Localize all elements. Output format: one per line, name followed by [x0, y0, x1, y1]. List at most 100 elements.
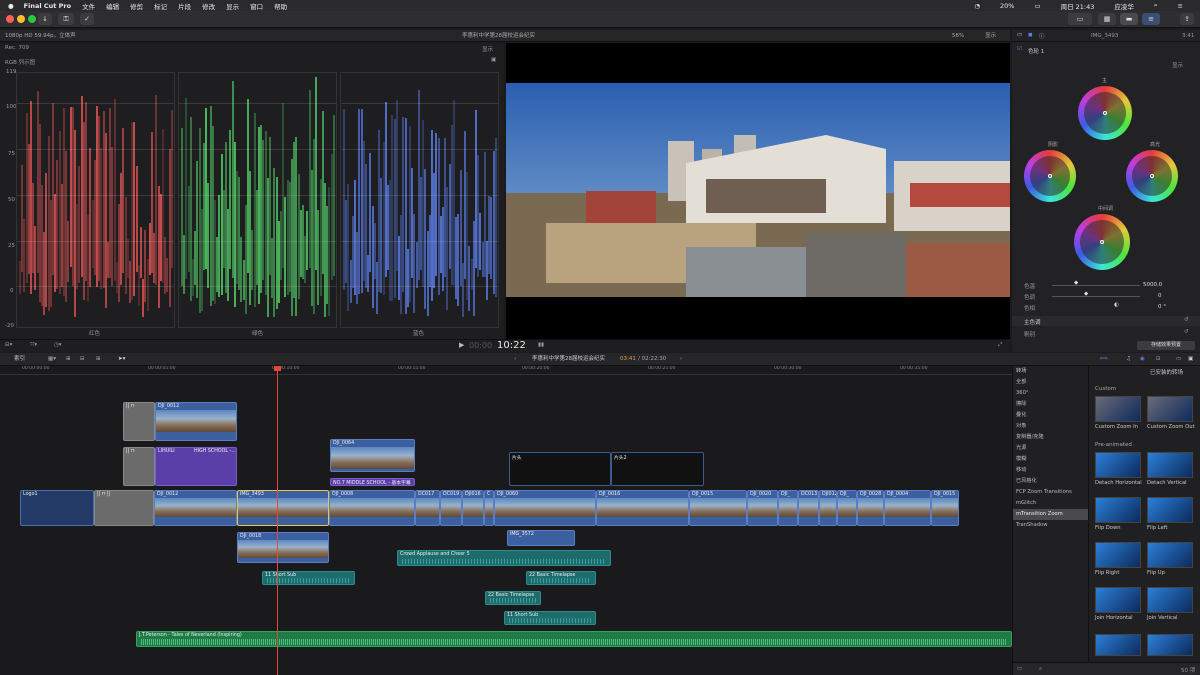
primary-clip[interactable]: DJI016	[462, 490, 484, 526]
back-arrow-icon[interactable]: ‹	[514, 353, 516, 365]
music-clip[interactable]: J.T.Peterson - Tales of Neverland (Inspi…	[136, 631, 1012, 647]
zoom-level[interactable]: 56%	[952, 30, 964, 42]
logo-clip[interactable]: Logo1	[20, 490, 94, 526]
connected-clip-img3572[interactable]: IMG_3572	[507, 530, 575, 546]
share-icon[interactable]: ⇪	[1180, 13, 1194, 25]
skimming-icon[interactable]: ⟺	[1100, 353, 1108, 365]
spotlight-icon[interactable]: ⌕	[1154, 1, 1158, 10]
viewer-canvas[interactable]	[506, 43, 1010, 339]
primary-clip[interactable]: IMG_3493	[237, 490, 329, 526]
transition-tile[interactable]	[1147, 396, 1193, 422]
search-icon[interactable]: ⌕	[1039, 666, 1042, 673]
transition-tile[interactable]	[1095, 634, 1141, 656]
title-clip-kaichang1[interactable]: 片头	[509, 452, 611, 486]
temperature-slider-knob[interactable]: ◆	[1074, 280, 1078, 286]
transition-tile[interactable]	[1147, 587, 1193, 613]
menu-modify[interactable]: 修改	[202, 1, 215, 11]
menu-help[interactable]: 帮助	[274, 1, 287, 11]
minimize-button[interactable]	[17, 15, 25, 23]
view-options-icon[interactable]: ⊟▾	[5, 342, 12, 348]
key-icon[interactable]: ⚿	[58, 13, 74, 25]
connected-clip-dji0064[interactable]: DJI_0064	[330, 439, 415, 472]
reset-icon[interactable]: ↺	[1184, 317, 1189, 323]
primary-clip[interactable]: DJI_	[837, 490, 857, 526]
transition-tile[interactable]	[1095, 497, 1141, 523]
clock[interactable]: 周日 21:43	[1061, 1, 1095, 11]
audio-clip-short1[interactable]: 11 Short Sub	[262, 571, 355, 585]
temperature-slider[interactable]	[1052, 285, 1140, 286]
audio-clip-short2[interactable]: 11 Short Sub	[504, 611, 596, 625]
snapping-icon[interactable]: ⊞	[66, 353, 71, 365]
audio-clip-basic22[interactable]: 22 Basic Timelapse	[526, 571, 596, 585]
index-button[interactable]: 索引	[14, 353, 25, 365]
primary-clip[interactable]: DJI012	[819, 490, 837, 526]
menu-trim[interactable]: 修剪	[130, 1, 143, 11]
primary-clip[interactable]: DJI_0020	[747, 490, 778, 526]
menu-app-name[interactable]: Final Cut Pro	[24, 2, 71, 10]
primary-clip[interactable]: DJI_0016	[596, 490, 689, 526]
clip-appearance-icon[interactable]: ▦▾	[48, 353, 56, 365]
apple-icon[interactable]: ●	[8, 2, 14, 10]
effect-name[interactable]: 色轮 1	[1028, 47, 1044, 55]
param-hue-value[interactable]: 0 °	[1158, 304, 1166, 310]
transition-tile[interactable]	[1147, 497, 1193, 523]
play-icon[interactable]: ▶	[459, 341, 464, 349]
connected-clip-dji0018[interactable]: DJI_0018	[237, 532, 329, 563]
viewer-display-menu[interactable]: 显示	[985, 30, 996, 42]
primary-clip[interactable]: DC013	[798, 490, 819, 526]
info-icon[interactable]: ⓘ	[1039, 32, 1045, 40]
browser-sidebar-icon[interactable]: ▭	[1017, 666, 1022, 672]
title-clip-lihuili[interactable]: LIHUILI HIGH SCHOOL -...	[155, 447, 237, 486]
gap-clip[interactable]: || ⊓	[123, 402, 155, 441]
wifi-icon[interactable]: ◔	[974, 2, 980, 10]
menu-view[interactable]: 显示	[226, 1, 239, 11]
hue-dial-icon[interactable]: ◐	[1114, 302, 1119, 308]
fullscreen-icon[interactable]: ⤢	[998, 342, 1002, 349]
transform-icon[interactable]: ⤧▾	[30, 342, 37, 349]
gap-clip[interactable]: || ⊓ ||	[94, 490, 154, 526]
battery-percent[interactable]: 20%	[1000, 2, 1014, 10]
transition-tile[interactable]	[1095, 452, 1141, 478]
inspector-toggle-icon[interactable]: ≡	[1142, 13, 1160, 25]
audio-meter-icon[interactable]: ▮▮	[538, 342, 544, 348]
save-preset-button[interactable]: 存储效果预置	[1137, 341, 1195, 350]
master-color-wheel[interactable]	[1078, 86, 1132, 140]
connected-clip-dji0012[interactable]: DJI_0012	[155, 402, 237, 441]
solo-icon[interactable]: ◉	[1140, 353, 1145, 365]
title-clip-kaichang2[interactable]: 片头2	[611, 452, 704, 486]
forward-arrow-icon[interactable]: ›	[680, 353, 682, 365]
menu-window[interactable]: 窗口	[250, 1, 263, 11]
menu-file[interactable]: 文件	[82, 1, 95, 11]
user-name[interactable]: 应凌华	[1114, 1, 1134, 11]
check-icon[interactable]: ✓	[80, 13, 94, 25]
import-icon[interactable]: ↓	[38, 13, 52, 25]
primary-clip[interactable]: DC017	[415, 490, 440, 526]
timeline-toggle-icon[interactable]: ▬	[1120, 13, 1138, 25]
inspector-display-menu[interactable]: 显示	[1172, 61, 1183, 69]
timeline-ruler[interactable]: 00:00:00:00 00:00:05:00 00:00:10:00 00:0…	[0, 366, 1012, 375]
tint-slider[interactable]	[1052, 296, 1140, 297]
title-clip-no7[interactable]: NO.7 MIDDLE SCHOOL - 基本字幕	[330, 478, 415, 486]
color-inspector-icon[interactable]: ◼	[1028, 32, 1033, 38]
primary-clip[interactable]: DJI_0028	[857, 490, 884, 526]
transition-tile[interactable]	[1095, 542, 1141, 568]
primary-clip[interactable]: DJI_0008	[329, 490, 415, 526]
primary-clip[interactable]: DJI_0012	[154, 490, 237, 526]
scope-display-menu[interactable]: 显示	[482, 45, 493, 53]
tint-slider-knob[interactable]: ◆	[1084, 291, 1088, 297]
audio-skimming-icon[interactable]: ♫	[1126, 353, 1131, 365]
param-tint-value[interactable]: 0	[1158, 293, 1162, 299]
timecode[interactable]: 10:22	[497, 340, 526, 351]
transition-tile[interactable]	[1147, 542, 1193, 568]
shadows-color-wheel[interactable]	[1024, 150, 1076, 202]
midtones-color-wheel[interactable]	[1074, 214, 1130, 270]
primary-clip[interactable]: DC019	[440, 490, 462, 526]
list-icon[interactable]: ≡	[1178, 2, 1183, 10]
transition-tile[interactable]	[1095, 587, 1141, 613]
audio-clip-basic22b[interactable]: 22 Basic Timelapse	[485, 591, 541, 605]
primary-clip[interactable]: DJI_0015	[689, 490, 747, 526]
timeline[interactable]: 00:00:00:00 00:00:05:00 00:00:10:00 00:0…	[0, 366, 1012, 675]
zoom-button[interactable]	[28, 15, 36, 23]
gap-clip[interactable]: || ⊓	[123, 447, 155, 486]
transitions-browser-icon[interactable]: ▣	[1188, 353, 1193, 365]
